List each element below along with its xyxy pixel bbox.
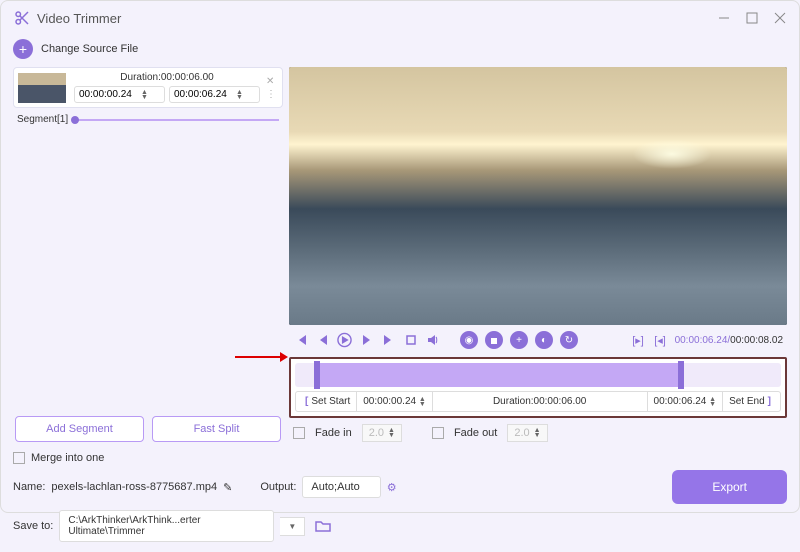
maximize-button[interactable] [745, 11, 759, 25]
output-select[interactable]: Auto;Auto [302, 476, 380, 498]
segment-menu-icon[interactable]: ⋮ [264, 89, 278, 100]
playback-controls: ◉ + ◐ ↻ [▸] [◂] 00:00:06.24/00:00:08.02 [289, 325, 787, 355]
skip-start-icon[interactable] [293, 333, 308, 348]
edit-name-icon[interactable]: ✎ [223, 481, 232, 494]
next-frame-icon[interactable] [359, 333, 374, 348]
copy-icon[interactable]: ◐ [535, 331, 553, 349]
open-folder-icon[interactable] [315, 519, 331, 533]
fade-in-value[interactable]: 2.0▲▼ [362, 424, 402, 442]
fade-out-checkbox[interactable] [432, 427, 444, 439]
change-source-label[interactable]: Change Source File [41, 43, 138, 55]
timeline[interactable] [295, 363, 781, 387]
set-end-button[interactable]: Set End] [723, 392, 780, 411]
marker-start-icon[interactable]: [▸] [631, 333, 646, 348]
fast-split-button[interactable]: Fast Split [152, 416, 281, 442]
time-display: 00:00:06.24/00:00:08.02 [675, 335, 783, 346]
path-dropdown-icon[interactable]: ▼ [280, 517, 305, 536]
segment-slider[interactable] [74, 119, 279, 121]
remove-segment-icon[interactable]: ✕ [264, 76, 276, 87]
trim-start-input[interactable]: 00:00:00.24 ▲▼ [357, 392, 433, 411]
name-label: Name: [13, 481, 45, 493]
export-button[interactable]: Export [672, 470, 787, 504]
segment-label: Segment[1] [17, 114, 68, 125]
play-icon[interactable] [337, 333, 352, 348]
annotation-arrow-icon [230, 347, 290, 367]
snapshot-icon[interactable]: ◉ [460, 331, 478, 349]
merge-checkbox[interactable] [13, 452, 25, 464]
close-button[interactable] [773, 11, 787, 25]
volume-icon[interactable] [425, 333, 440, 348]
fade-in-label: Fade in [315, 427, 352, 439]
titlebar: Video Trimmer [1, 1, 799, 35]
save-to-label: Save to: [13, 520, 53, 532]
timeline-start-handle[interactable] [314, 361, 320, 389]
stop-icon[interactable] [403, 333, 418, 348]
trim-duration-label: Duration:00:00:06.00 [433, 392, 648, 411]
skip-end-icon[interactable] [381, 333, 396, 348]
window-title: Video Trimmer [37, 11, 717, 26]
add-segment-button[interactable]: Add Segment [15, 416, 144, 442]
set-start-button[interactable]: [Set Start [296, 392, 357, 411]
merge-label: Merge into one [31, 452, 104, 464]
start-time-input[interactable]: ▲▼ [74, 86, 165, 103]
minimize-button[interactable] [717, 11, 731, 25]
refresh-icon[interactable]: ↻ [560, 331, 578, 349]
gear-icon[interactable]: ⚙ [387, 481, 397, 494]
fade-out-value[interactable]: 2.0▲▼ [507, 424, 547, 442]
fade-out-label: Fade out [454, 427, 497, 439]
end-time-input[interactable]: ▲▼ [169, 86, 260, 103]
add-icon[interactable]: + [510, 331, 528, 349]
duration-label: Duration:00:00:06.00 [74, 72, 260, 83]
timeline-end-handle[interactable] [678, 361, 684, 389]
file-name: pexels-lachlan-ross-8775687.mp4 [51, 481, 217, 493]
marker-end-icon[interactable]: [◂] [653, 333, 668, 348]
app-logo-icon [13, 9, 31, 27]
add-source-button[interactable]: + [13, 39, 33, 59]
segment-card[interactable]: Duration:00:00:06.00 ▲▼ ▲▼ ✕ ⋮ [13, 67, 283, 108]
prev-frame-icon[interactable] [315, 333, 330, 348]
trim-panel: [Set Start 00:00:00.24 ▲▼ Duration:00:00… [289, 357, 787, 418]
delete-icon[interactable] [485, 331, 503, 349]
save-path-input[interactable]: C:\ArkThinker\ArkThink...erter Ultimate\… [59, 510, 274, 542]
fade-in-checkbox[interactable] [293, 427, 305, 439]
segment-thumbnail [18, 73, 66, 103]
video-preview[interactable] [289, 67, 787, 325]
output-label: Output: [260, 481, 296, 493]
trim-end-input[interactable]: 00:00:06.24 ▲▼ [648, 392, 724, 411]
